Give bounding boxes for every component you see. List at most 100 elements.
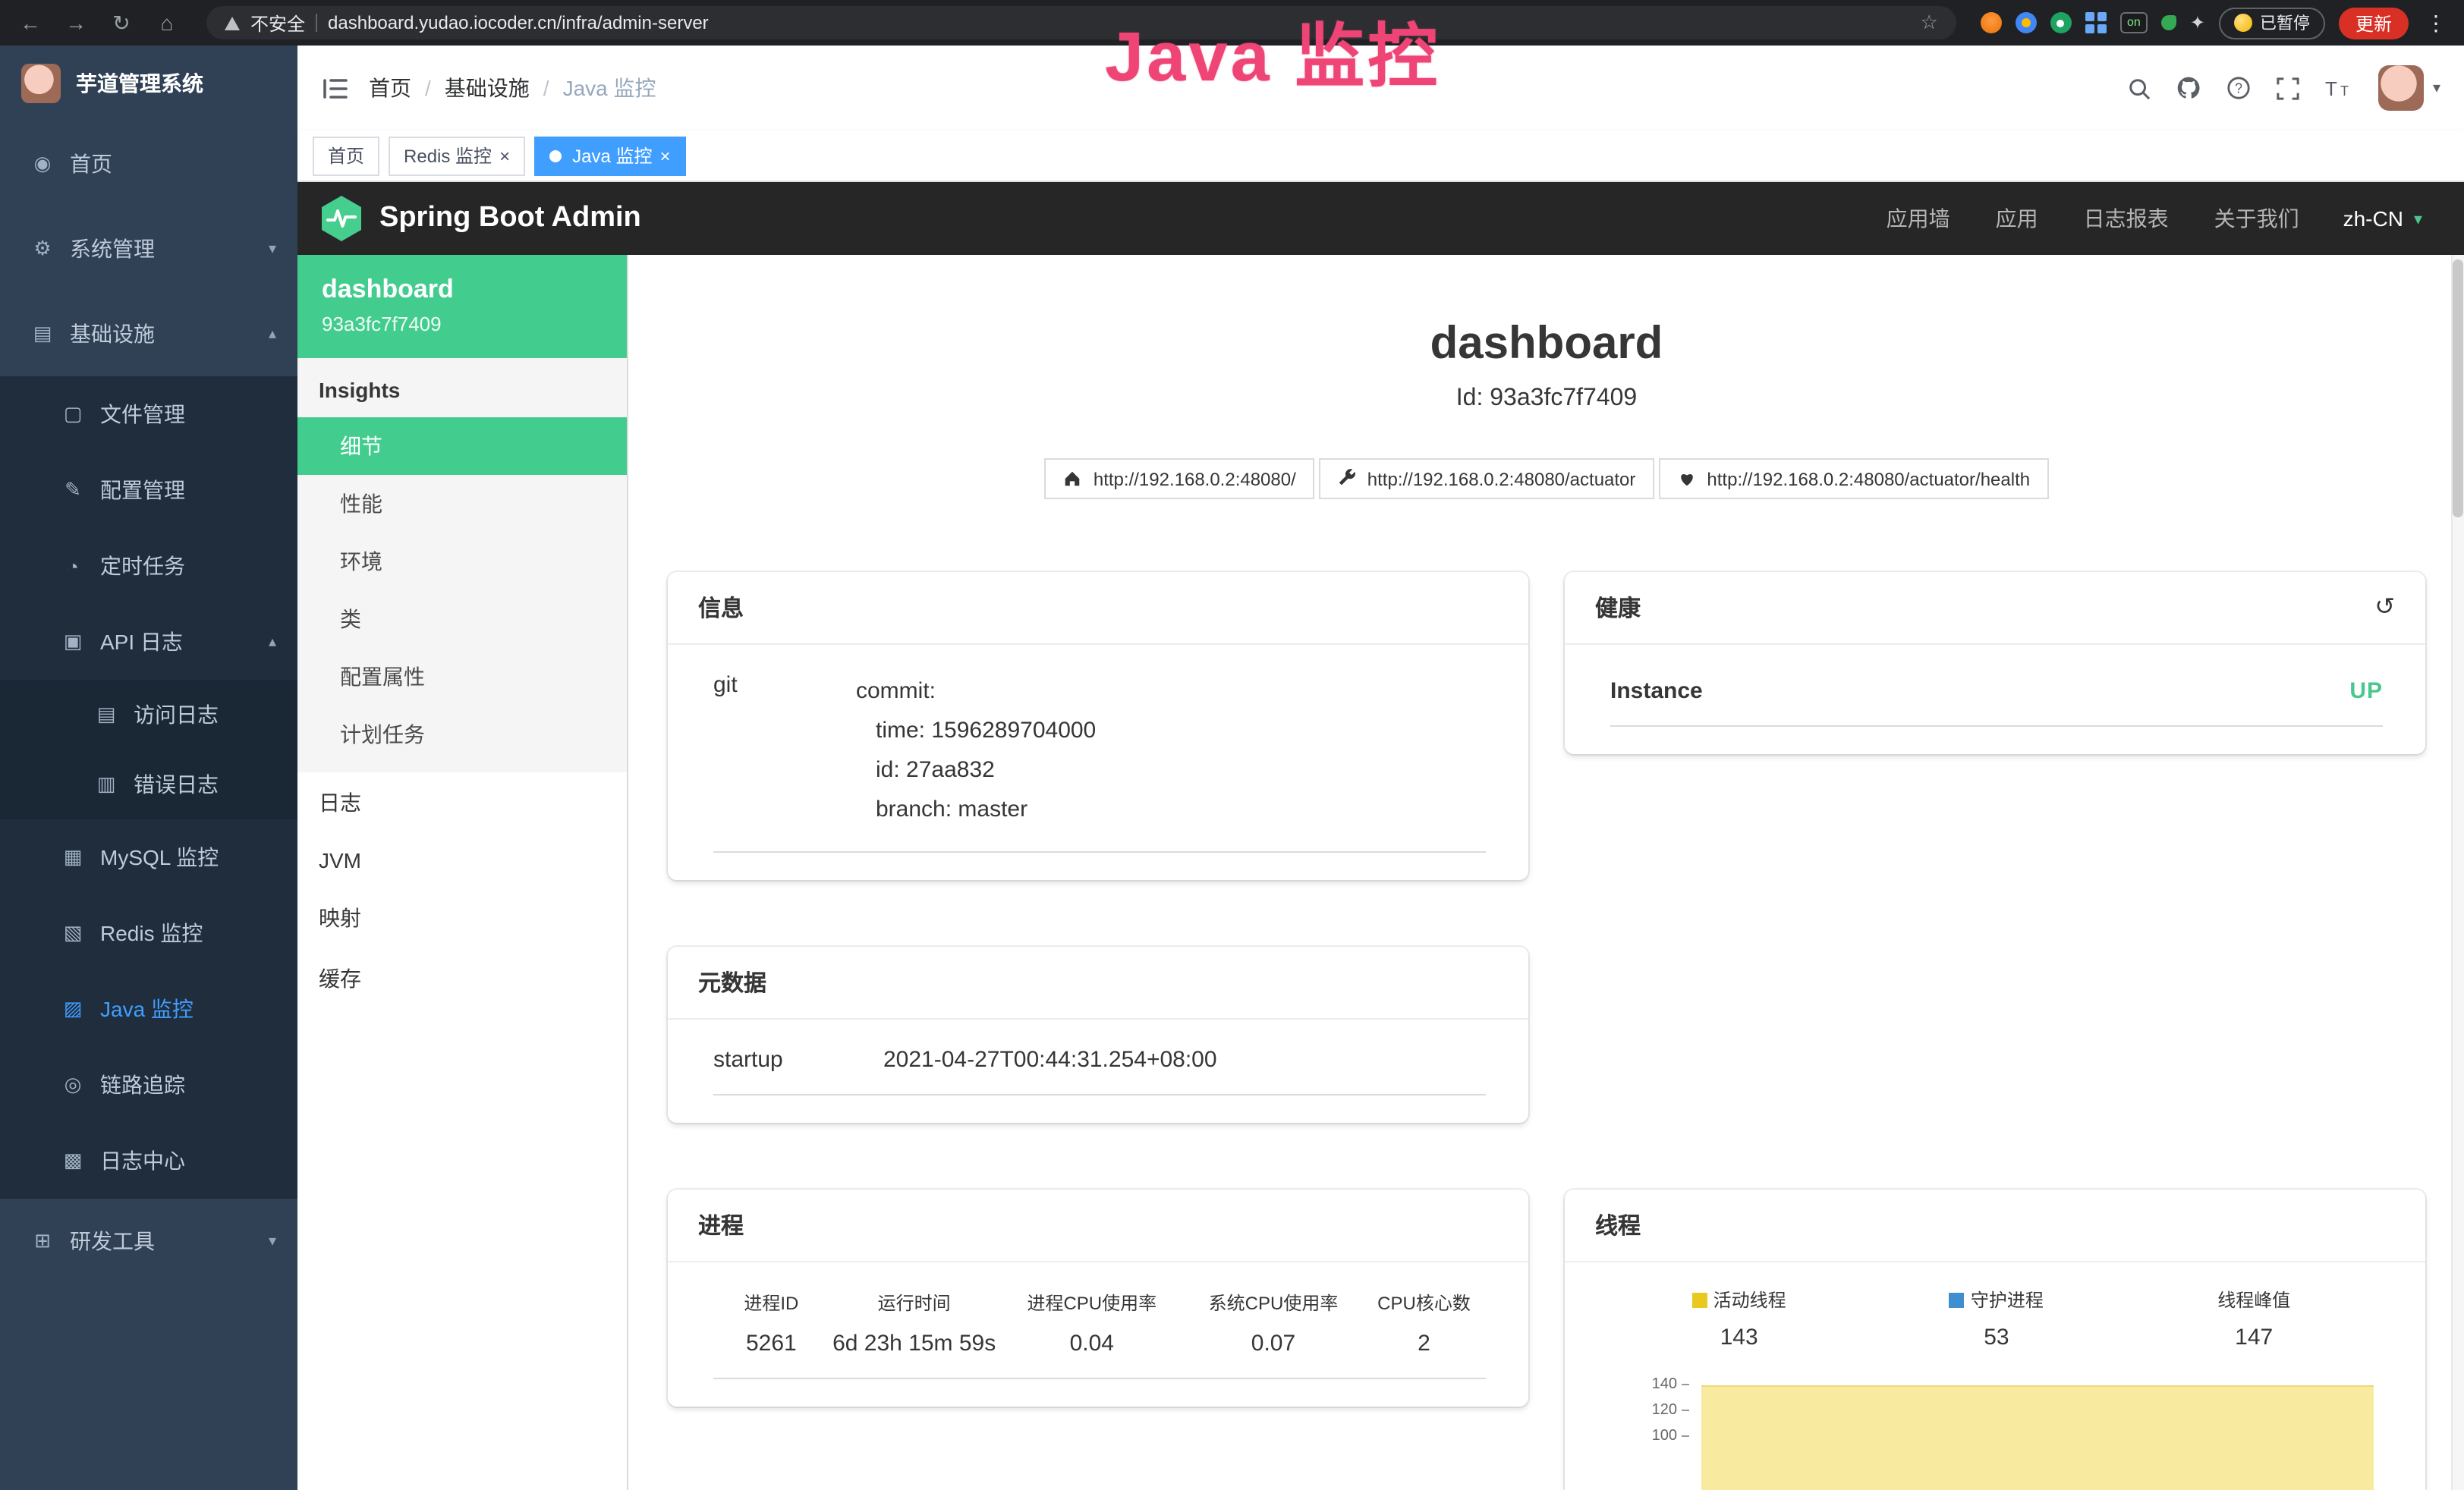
card-body: git commit: time: 1596289704000 id: 27aa…: [668, 645, 1528, 880]
omnibox[interactable]: 不安全 dashboard.yudao.iocoder.cn/infra/adm…: [206, 6, 1956, 39]
metadata-key: startup: [713, 1047, 883, 1073]
browser-update-button[interactable]: 更新: [2339, 7, 2409, 39]
file-icon: ▢: [61, 402, 85, 426]
sidebar-item-system[interactable]: ⚙ 系统管理 ▾: [0, 206, 297, 291]
profile-paused-badge[interactable]: 已暂停: [2219, 7, 2325, 39]
sidebar-item-api-logs[interactable]: ▣ API 日志 ▴: [0, 604, 297, 680]
hamburger-icon[interactable]: [322, 77, 348, 99]
sba-locale-select[interactable]: zh-CN ▾: [2322, 206, 2444, 231]
service-url-link[interactable]: http://192.168.0.2:48080/: [1045, 458, 1314, 499]
instance-id: 93a3fc7f7409: [322, 313, 603, 335]
tab-close-icon[interactable]: ×: [499, 146, 510, 165]
search-icon[interactable]: [2128, 77, 2151, 99]
extension-icon[interactable]: [2050, 12, 2072, 33]
home-icon: [1063, 469, 1083, 489]
font-size-icon[interactable]: TT: [2325, 77, 2352, 99]
extension-icon[interactable]: [2016, 12, 2037, 33]
instance-name: dashboard: [322, 275, 603, 305]
help-icon[interactable]: ?: [2226, 76, 2251, 100]
sba-menu-caches[interactable]: 缓存: [297, 948, 627, 1009]
sba-menu-scheduled-tasks[interactable]: 计划任务: [297, 706, 627, 763]
sidebar-item-scheduled-jobs[interactable]: ◔ 定时任务: [0, 528, 297, 604]
breadcrumb-separator: /: [543, 76, 549, 100]
back-icon[interactable]: ←: [15, 11, 46, 35]
sba-nav-journal[interactable]: 日志报表: [2061, 203, 2192, 234]
health-url-link[interactable]: http://192.168.0.2:48080/actuator/health: [1658, 458, 2048, 499]
sidebar-item-infra[interactable]: ▤ 基础设施 ▴: [0, 291, 297, 376]
reload-icon[interactable]: ↻: [106, 10, 137, 36]
breadcrumb-infra[interactable]: 基础设施: [445, 73, 530, 103]
access-log-icon: ▤: [94, 703, 118, 727]
trace-icon: ◎: [61, 1073, 85, 1097]
extension-on-badge[interactable]: on: [2120, 12, 2148, 33]
extension-icon[interactable]: ✦: [2190, 12, 2205, 33]
sba-menu-jvm[interactable]: JVM: [297, 833, 627, 888]
sidebar-item-error-logs[interactable]: ▥ 错误日志: [0, 750, 297, 819]
sba-menu-details[interactable]: 细节: [297, 417, 627, 475]
breadcrumb-current: Java 监控: [563, 73, 656, 103]
sba-sidebar: dashboard 93a3fc7f7409 Insights 细节 性能 环境…: [297, 255, 628, 1490]
app-logo[interactable]: 芋道管理系统: [0, 46, 297, 121]
actuator-url-link[interactable]: http://192.168.0.2:48080/actuator: [1319, 458, 1654, 499]
process-table-header: 进程ID 运行时间 进程CPU使用率 系统CPU使用率 CPU核心数: [713, 1284, 1486, 1328]
sidebar-item-home[interactable]: ◉ 首页: [0, 121, 297, 206]
sba-menu-environment[interactable]: 环境: [297, 533, 627, 590]
github-icon[interactable]: [2176, 76, 2201, 100]
sidebar-item-log-center[interactable]: ▩ 日志中心: [0, 1123, 297, 1199]
sba-brand[interactable]: Spring Boot Admin: [319, 194, 641, 243]
chevron-up-icon: ▴: [269, 325, 276, 342]
tab-close-icon[interactable]: ×: [659, 146, 670, 165]
threads-legend: 活动线程 143 守护进程 53 线程峰值 14: [1610, 1287, 2383, 1350]
sba-menu-mappings[interactable]: 映射: [297, 888, 627, 948]
extension-leaf-icon[interactable]: [2161, 15, 2176, 30]
forward-icon[interactable]: →: [61, 11, 91, 35]
breadcrumb-home[interactable]: 首页: [369, 73, 411, 103]
breadcrumb: 首页 / 基础设施 / Java 监控: [369, 73, 656, 103]
tab-home[interactable]: 首页: [313, 136, 379, 175]
sidebar-item-dev-tools[interactable]: ⊞ 研发工具 ▾: [0, 1199, 297, 1284]
chevron-down-icon: ▾: [269, 240, 276, 257]
tags-view: 首页 Redis 监控 × Java 监控 ×: [297, 130, 2464, 182]
card-title: 元数据: [698, 967, 766, 998]
extension-grid-icon[interactable]: [2085, 12, 2107, 33]
chart-area-live-threads: [1701, 1385, 2374, 1490]
sba-menu-metrics[interactable]: 性能: [297, 475, 627, 533]
fullscreen-icon[interactable]: [2277, 77, 2299, 99]
sba-nav-wall[interactable]: 应用墙: [1864, 203, 1973, 234]
sba-menu-config-props[interactable]: 配置属性: [297, 648, 627, 706]
sidebar-item-config-manage[interactable]: ✎ 配置管理: [0, 452, 297, 528]
sidebar-item-tracing[interactable]: ◎ 链路追踪: [0, 1047, 297, 1123]
info-card: 信息 git commit: time: 1596289704000 id: 2…: [668, 572, 1528, 880]
user-menu[interactable]: ▾: [2378, 65, 2440, 111]
info-key: git: [713, 672, 856, 830]
tab-java-monitor[interactable]: Java 监控 ×: [534, 136, 685, 175]
sba-menu-classes[interactable]: 类: [297, 590, 627, 648]
sba-menu-logs[interactable]: 日志: [297, 772, 627, 833]
home-icon[interactable]: ⌂: [152, 11, 182, 35]
extension-icon[interactable]: [1981, 12, 2002, 33]
sidebar-item-redis-monitor[interactable]: ▧ Redis 监控: [0, 895, 297, 971]
sidebar-item-mysql-monitor[interactable]: ▦ MySQL 监控: [0, 819, 297, 895]
sba-logo-icon: [319, 194, 364, 243]
tab-redis-monitor[interactable]: Redis 监控 ×: [389, 136, 525, 175]
scrollbar-track: [2451, 255, 2464, 1490]
gear-icon: ⚙: [30, 237, 55, 261]
sba-nav-about[interactable]: 关于我们: [2192, 203, 2322, 234]
bookmark-star-icon[interactable]: ☆: [1921, 11, 1938, 35]
history-refresh-icon[interactable]: ↺: [2374, 596, 2395, 620]
sidebar-item-file-manage[interactable]: ▢ 文件管理: [0, 376, 297, 452]
card-body: startup 2021-04-27T00:44:31.254+08:00: [668, 1020, 1528, 1123]
sba-nav-applications[interactable]: 应用: [1973, 203, 2061, 234]
sidebar-item-access-logs[interactable]: ▤ 访问日志: [0, 680, 297, 750]
browser-menu-icon[interactable]: ⋮: [2422, 10, 2450, 36]
sidebar-item-java-monitor[interactable]: ▨ Java 监控: [0, 971, 297, 1047]
sidebar-item-label: 日志中心: [100, 1146, 185, 1176]
edit-icon: ✎: [61, 478, 85, 502]
log-center-icon: ▩: [61, 1149, 85, 1173]
scrollbar-thumb[interactable]: [2453, 259, 2463, 517]
process-uptime: 6d 23h 15m 59s: [829, 1331, 999, 1356]
card-header: 线程: [1565, 1190, 2425, 1262]
card-header: 健康 ↺: [1565, 572, 2425, 645]
metadata-value: 2021-04-27T00:44:31.254+08:00: [883, 1047, 1217, 1073]
card-header: 进程: [668, 1190, 1528, 1262]
